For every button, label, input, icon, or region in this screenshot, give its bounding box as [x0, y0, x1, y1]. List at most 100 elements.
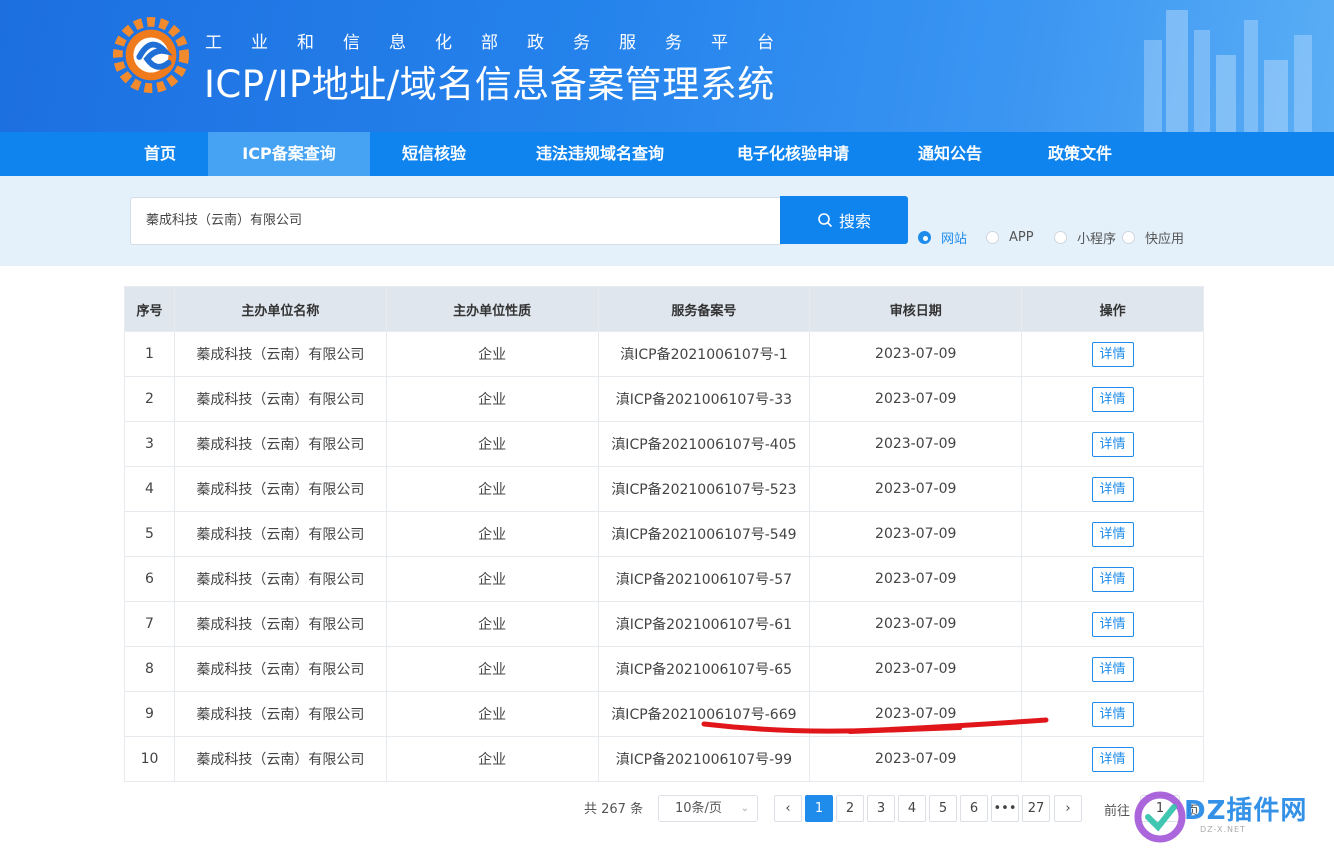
- cell-org-name: 蓁成科技（云南）有限公司: [173, 691, 387, 737]
- logo-icon: [112, 16, 190, 94]
- page-ellipsis-button[interactable]: •••: [991, 795, 1019, 822]
- radio-quick-app[interactable]: 快应用: [1122, 228, 1184, 247]
- page-size-value: 10条/页: [675, 801, 722, 816]
- cell-org-name: 蓁成科技（云南）有限公司: [173, 736, 387, 782]
- cell-org-type: 企业: [385, 421, 599, 467]
- cell-index: 1: [124, 331, 175, 377]
- goto-label: 前往: [1104, 804, 1131, 819]
- cell-review-date: 2023-07-09: [809, 736, 1023, 782]
- nav-item-home[interactable]: 首页: [112, 132, 208, 176]
- page-button[interactable]: 2: [836, 795, 864, 822]
- search-button[interactable]: 搜索: [780, 196, 908, 244]
- table-row: 6 蓁成科技（云南）有限公司 企业 滇ICP备2021006107号-57 2023-0…: [124, 556, 1204, 602]
- cell-org-name: 蓁成科技（云南）有限公司: [173, 421, 387, 467]
- detail-button[interactable]: 详情: [1091, 566, 1134, 592]
- header-review-date: 审核日期: [809, 286, 1023, 332]
- nav-item-sms-verify[interactable]: 短信核验: [370, 132, 498, 176]
- cell-icp-number: 滇ICP备2021006107号-405: [597, 421, 811, 467]
- cell-action: 详情: [1021, 331, 1204, 377]
- site-header: 工业和信息化部政务服务平台 ICP/IP地址/域名信息备案管理系统: [0, 0, 1334, 132]
- search-icon: [818, 213, 832, 227]
- cell-org-type: 企业: [385, 511, 599, 557]
- detail-button[interactable]: 详情: [1091, 701, 1134, 727]
- cell-org-type: 企业: [385, 601, 599, 647]
- header-org-type: 主办单位性质: [385, 286, 599, 332]
- platform-subtitle: 工业和信息化部政务服务平台: [205, 33, 803, 53]
- page-button[interactable]: 5: [929, 795, 957, 822]
- cell-review-date: 2023-07-09: [809, 466, 1023, 512]
- detail-button[interactable]: 详情: [1091, 656, 1134, 682]
- header-org-name: 主办单位名称: [173, 286, 387, 332]
- page-button[interactable]: 3: [867, 795, 895, 822]
- cell-action: 详情: [1021, 511, 1204, 557]
- cell-action: 详情: [1021, 691, 1204, 737]
- cell-org-name: 蓁成科技（云南）有限公司: [173, 601, 387, 647]
- chevron-down-icon: ⌄: [740, 803, 749, 814]
- cell-review-date: 2023-07-09: [809, 556, 1023, 602]
- total-count: 共 267 条: [584, 802, 644, 817]
- cell-review-date: 2023-07-09: [809, 376, 1023, 422]
- search-button-label: 搜索: [838, 212, 871, 231]
- table-row: 9 蓁成科技（云南）有限公司 企业 滇ICP备2021006107号-669 2023-…: [124, 691, 1204, 737]
- table-row: 4 蓁成科技（云南）有限公司 企业 滇ICP备2021006107号-523 2023-…: [124, 466, 1204, 512]
- nav-item-policies[interactable]: 政策文件: [1016, 132, 1144, 176]
- cell-org-name: 蓁成科技（云南）有限公司: [173, 376, 387, 422]
- radio-app[interactable]: APP: [986, 228, 1034, 246]
- cell-index: 5: [124, 511, 175, 557]
- cell-index: 2: [124, 376, 175, 422]
- cell-index: 6: [124, 556, 175, 602]
- cell-action: 详情: [1021, 556, 1204, 602]
- cell-review-date: 2023-07-09: [809, 421, 1023, 467]
- cell-icp-number: 滇ICP备2021006107号-65: [597, 646, 811, 692]
- radio-label: 小程序: [1077, 231, 1117, 247]
- detail-button[interactable]: 详情: [1091, 521, 1134, 547]
- radio-website[interactable]: 网站: [918, 228, 967, 247]
- cell-org-name: 蓁成科技（云南）有限公司: [173, 466, 387, 512]
- radio-mini-program[interactable]: 小程序: [1054, 228, 1117, 247]
- nav-item-e-verify[interactable]: 电子化核验申请: [702, 132, 884, 176]
- nav-item-icp-query[interactable]: ICP备案查询: [208, 132, 370, 176]
- cell-org-type: 企业: [385, 646, 599, 692]
- cell-index: 4: [124, 466, 175, 512]
- prev-page-button[interactable]: ‹: [774, 795, 802, 822]
- page-button[interactable]: 6: [960, 795, 988, 822]
- header-icp-number: 服务备案号: [597, 286, 811, 332]
- header-action: 操作: [1021, 286, 1204, 332]
- page-button[interactable]: 1: [805, 795, 833, 822]
- radio-dot: [1122, 230, 1135, 244]
- chevron-right-icon: ›: [1065, 801, 1071, 816]
- cell-action: 详情: [1021, 601, 1204, 647]
- cell-review-date: 2023-07-09: [809, 601, 1023, 647]
- next-page-button[interactable]: ›: [1054, 795, 1082, 822]
- cell-org-type: 企业: [385, 556, 599, 602]
- detail-button[interactable]: 详情: [1091, 746, 1134, 772]
- results-table: 序号 主办单位名称 主办单位性质 服务备案号 审核日期 操作 1 蓁成科技（云南）…: [124, 286, 1204, 782]
- nav-item-illegal-domain[interactable]: 违法违规域名查询: [498, 132, 702, 176]
- nav-item-notices[interactable]: 通知公告: [884, 132, 1016, 176]
- cell-icp-number: 滇ICP备2021006107号-549: [597, 511, 811, 557]
- search-input[interactable]: 蓁成科技（云南）有限公司: [130, 197, 782, 245]
- table-header-row: 序号 主办单位名称 主办单位性质 服务备案号 审核日期 操作: [124, 286, 1204, 332]
- detail-button[interactable]: 详情: [1091, 431, 1134, 457]
- detail-button[interactable]: 详情: [1091, 476, 1134, 502]
- radio-dot: [1054, 230, 1067, 244]
- cell-org-type: 企业: [385, 736, 599, 782]
- cell-review-date: 2023-07-09: [809, 691, 1023, 737]
- table-row: 2 蓁成科技（云南）有限公司 企业 滇ICP备2021006107号-33 2023-0…: [124, 376, 1204, 422]
- detail-button[interactable]: 详情: [1091, 341, 1134, 367]
- cell-review-date: 2023-07-09: [809, 511, 1023, 557]
- table-row: 1 蓁成科技（云南）有限公司 企业 滇ICP备2021006107号-1 2023-07…: [124, 331, 1204, 377]
- cell-icp-number: 滇ICP备2021006107号-57: [597, 556, 811, 602]
- cell-icp-number: 滇ICP备2021006107号-1: [597, 331, 811, 377]
- system-title: ICP/IP地址/域名信息备案管理系统: [204, 63, 775, 106]
- detail-button[interactable]: 详情: [1091, 611, 1134, 637]
- cell-index: 7: [124, 601, 175, 647]
- page-button[interactable]: 27: [1022, 795, 1050, 822]
- watermark-text: DZ插件网: [1184, 796, 1308, 826]
- detail-button[interactable]: 详情: [1091, 386, 1134, 412]
- page-size-select[interactable]: 10条/页 ⌄: [658, 795, 758, 822]
- page-button[interactable]: 4: [898, 795, 926, 822]
- cell-icp-number: 滇ICP备2021006107号-523: [597, 466, 811, 512]
- cell-action: 详情: [1021, 736, 1204, 782]
- watermark-subtext: DZ-X.NET: [1200, 825, 1246, 834]
